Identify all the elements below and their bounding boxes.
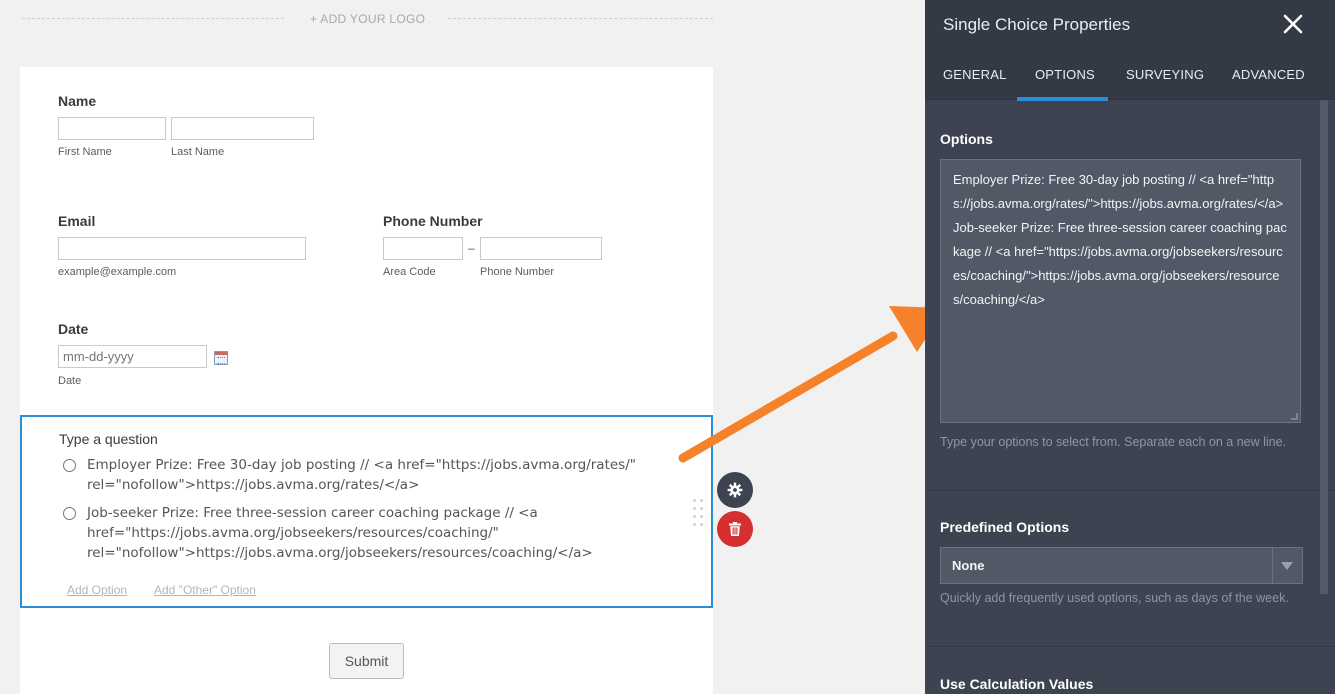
choice-option-label: Job-seeker Prize: Free three-session car… (87, 505, 593, 561)
options-section-title: Options (940, 131, 993, 147)
calendar-icon[interactable] (214, 351, 228, 365)
add-option-link[interactable]: Add Option (67, 583, 127, 597)
gear-icon (727, 482, 743, 498)
form-body: Name First Name Last Name Email example@… (20, 67, 713, 694)
close-icon[interactable] (1281, 12, 1305, 36)
options-help-text: Type your options to select from. Separa… (940, 435, 1287, 449)
add-other-option-link[interactable]: Add "Other" Option (154, 583, 256, 597)
active-tab-indicator (1017, 97, 1108, 101)
select-separator (1272, 548, 1273, 583)
add-logo-area[interactable]: + ADD YOUR LOGO (20, 8, 713, 30)
area-code-sublabel: Area Code (383, 266, 436, 278)
panel-tabs: GENERAL OPTIONS SURVEYING ADVANCED (925, 50, 1335, 100)
single-choice-question[interactable]: Type a question Employer Prize: Free 30-… (20, 415, 713, 608)
first-name-sublabel: First Name (58, 146, 112, 158)
last-name-sublabel: Last Name (171, 146, 225, 158)
logo-dashed-line-left (22, 18, 284, 19)
properties-panel: Single Choice Properties GENERAL OPTIONS… (925, 0, 1335, 694)
radio-button[interactable] (63, 507, 76, 520)
calculation-values-title: Use Calculation Values (940, 676, 1094, 692)
tab-surveying[interactable]: SURVEYING (1126, 67, 1204, 82)
chevron-down-icon (1281, 562, 1293, 570)
phone-number-input[interactable] (480, 237, 602, 260)
phone-separator: – (468, 241, 475, 255)
form-canvas: + ADD YOUR LOGO Name First Name Last Nam… (0, 0, 925, 694)
tab-options[interactable]: OPTIONS (1035, 67, 1095, 82)
choice-option-label: Employer Prize: Free 30-day job posting … (87, 457, 636, 493)
radio-button[interactable] (63, 459, 76, 472)
question-properties-button[interactable] (717, 472, 753, 508)
first-name-input[interactable] (58, 117, 166, 140)
predefined-options-title: Predefined Options (940, 519, 1070, 535)
trash-icon (729, 522, 741, 536)
add-logo-text[interactable]: + ADD YOUR LOGO (310, 12, 425, 26)
name-label: Name (58, 93, 97, 109)
choice-option[interactable]: Job-seeker Prize: Free three-session car… (63, 503, 663, 563)
section-divider (925, 646, 1335, 647)
phone-label: Phone Number (383, 213, 483, 229)
tab-advanced[interactable]: ADVANCED (1232, 67, 1305, 82)
email-label: Email (58, 213, 96, 229)
panel-scrollbar[interactable] (1320, 100, 1328, 594)
logo-dashed-line-right (448, 18, 713, 19)
predefined-options-select[interactable]: None (940, 547, 1303, 584)
predefined-options-value: None (952, 558, 985, 573)
date-sublabel: Date (58, 375, 82, 387)
question-title[interactable]: Type a question (59, 431, 158, 447)
panel-title: Single Choice Properties (943, 15, 1131, 34)
predefined-help-text: Quickly add frequently used options, suc… (940, 591, 1289, 605)
options-textarea-value: Employer Prize: Free 30-day job posting … (953, 172, 1287, 307)
area-code-input[interactable] (383, 237, 463, 260)
date-label: Date (58, 321, 89, 337)
phone-number-sublabel: Phone Number (480, 266, 554, 278)
last-name-input[interactable] (171, 117, 314, 140)
choice-option[interactable]: Employer Prize: Free 30-day job posting … (63, 455, 663, 495)
date-input[interactable] (58, 345, 207, 368)
resize-handle-icon[interactable] (1291, 413, 1298, 420)
tab-general[interactable]: GENERAL (943, 67, 1007, 82)
drag-handle-icon[interactable] (693, 499, 705, 527)
section-divider (925, 490, 1335, 491)
delete-question-button[interactable] (717, 511, 753, 547)
email-sublabel: example@example.com (58, 266, 177, 278)
submit-button[interactable]: Submit (329, 643, 404, 679)
panel-header: Single Choice Properties (925, 0, 1335, 50)
options-textarea[interactable]: Employer Prize: Free 30-day job posting … (940, 159, 1301, 423)
email-input[interactable] (58, 237, 306, 260)
